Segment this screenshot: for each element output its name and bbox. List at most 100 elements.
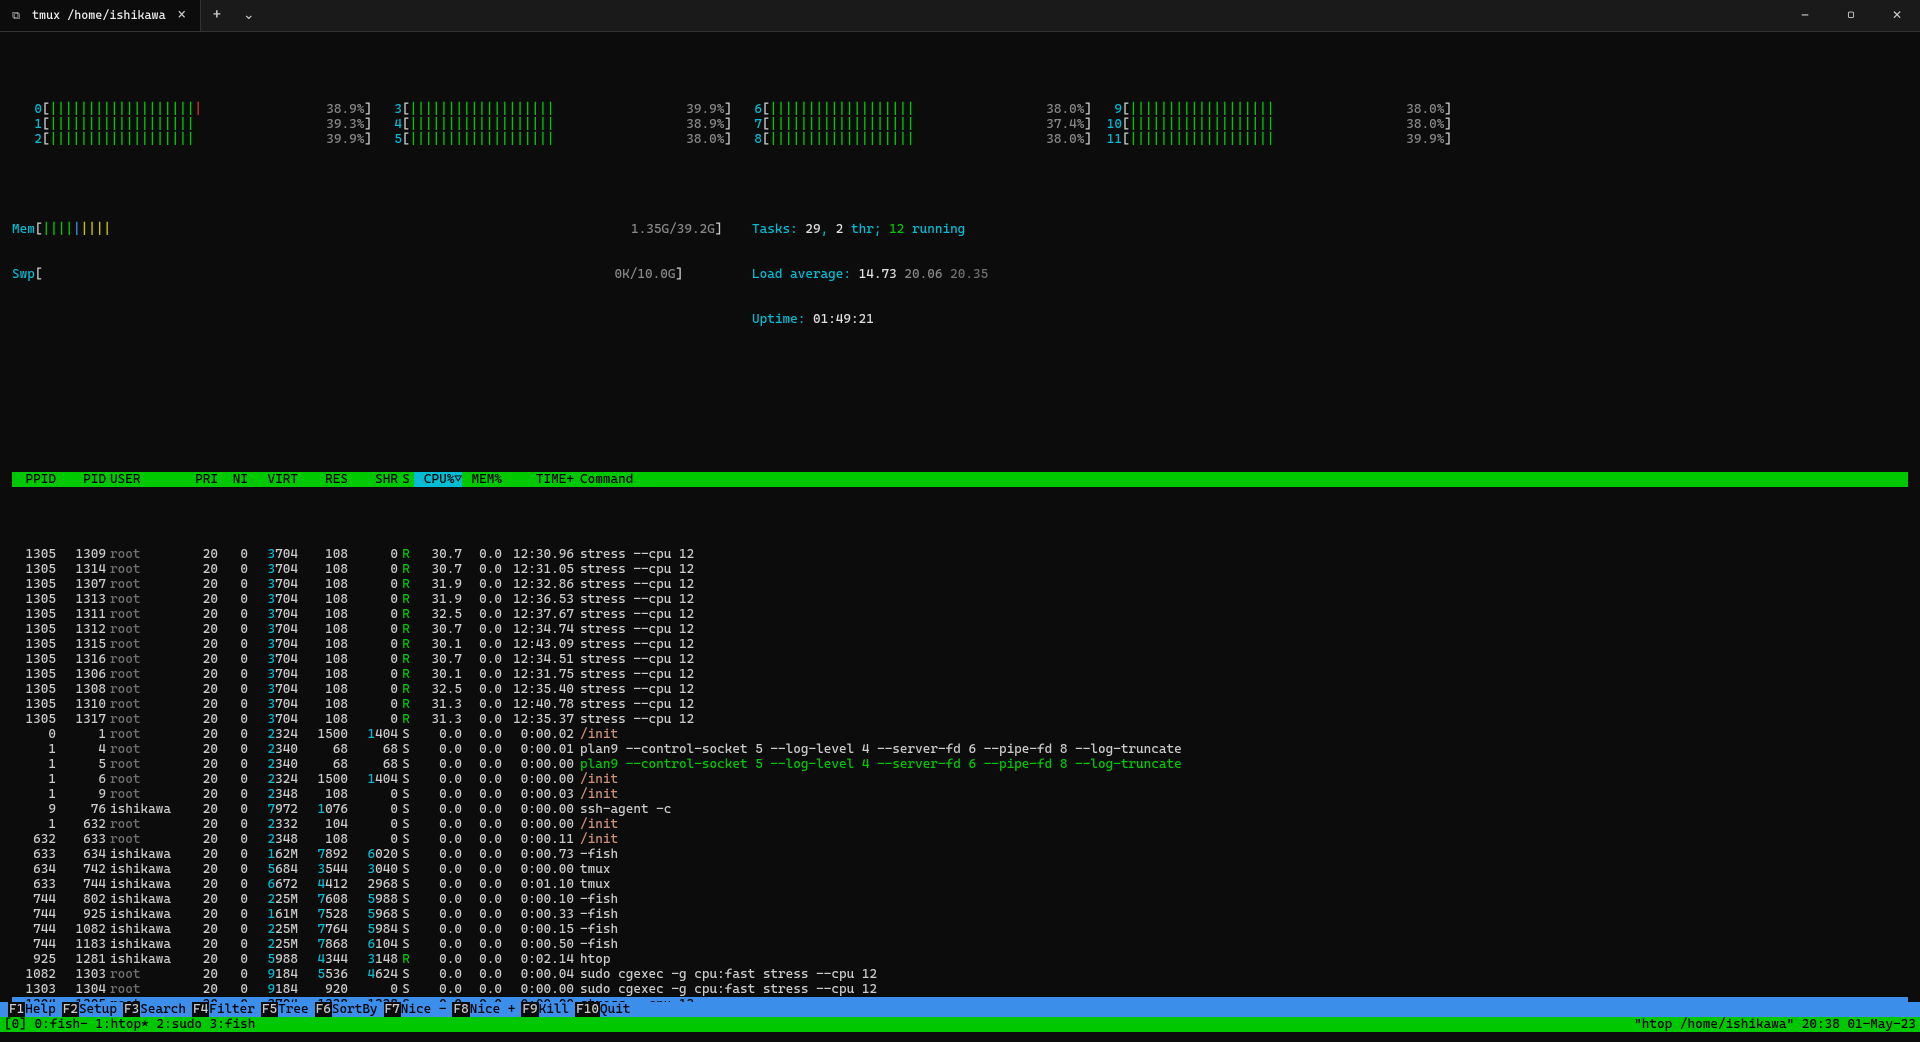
fn-label-sortby[interactable]: SortBy xyxy=(332,1002,384,1017)
cpu-meter-7: 7[|||||||||||||||||||37.4%] xyxy=(732,117,1092,132)
tmux-status-left: [0] 0:fish- 1:htop* 2:sudo 3:fish xyxy=(4,1017,255,1032)
process-row[interactable]: 976ishikawa200797210760S0.00.00:00.00ssh… xyxy=(12,802,1908,817)
process-row[interactable]: 13051307root20037041080R31.90.012:32.86s… xyxy=(12,577,1908,592)
col-virt[interactable]: VIRT xyxy=(248,472,298,487)
col-mem[interactable]: MEM% xyxy=(462,472,502,487)
process-row[interactable]: 13051315root20037041080R30.10.012:43.09s… xyxy=(12,637,1908,652)
cpu-meter-10: 10[|||||||||||||||||||38.0%] xyxy=(1092,117,1452,132)
function-key-bar[interactable]: F1HelpF2SetupF3SearchF4FilterF5TreeF6Sor… xyxy=(0,1002,1920,1017)
fn-key-f5[interactable]: F5 xyxy=(261,1002,278,1017)
mem-value: 1.35G/39.2G xyxy=(631,222,715,237)
fn-label-setup[interactable]: Setup xyxy=(79,1002,123,1017)
process-row[interactable]: 13051317root20037041080R31.30.012:35.37s… xyxy=(12,712,1908,727)
process-row[interactable]: 13051313root20037041080R31.90.012:36.53s… xyxy=(12,592,1908,607)
col-s[interactable]: S xyxy=(398,472,414,487)
process-row[interactable]: 633744ishikawa200667244122968S0.00.00:01… xyxy=(12,877,1908,892)
process-row[interactable]: 13051316root20037041080R30.70.012:34.51s… xyxy=(12,652,1908,667)
window-controls: — ▢ ✕ xyxy=(1782,0,1920,32)
process-row[interactable]: 19root20023481080S0.00.00:00.03/init xyxy=(12,787,1908,802)
process-row[interactable]: 10821303root200918455364624S0.00.00:00.0… xyxy=(12,967,1908,982)
process-row[interactable]: 13051311root20037041080R32.50.012:37.67s… xyxy=(12,607,1908,622)
col-res[interactable]: RES xyxy=(298,472,348,487)
cpu-meters: 0[||||||||||||||||||||38.9%]3[||||||||||… xyxy=(12,102,1908,147)
cpu-meter-8: 8[|||||||||||||||||||38.0%] xyxy=(732,132,1092,147)
cpu-meter-2: 2[|||||||||||||||||||39.9%] xyxy=(12,132,372,147)
process-row[interactable]: 633634ishikawa200162M78926020S0.00.00:00… xyxy=(12,847,1908,862)
col-user[interactable]: USER xyxy=(106,472,178,487)
process-row[interactable]: 13051306root20037041080R30.10.012:31.75s… xyxy=(12,667,1908,682)
fn-key-f10[interactable]: F10 xyxy=(575,1002,600,1017)
cpu-meter-0: 0[||||||||||||||||||||38.9%] xyxy=(12,102,372,117)
terminal-icon: ⧉ xyxy=(8,8,24,24)
process-row[interactable]: 744802ishikawa200225M76085988S0.00.00:00… xyxy=(12,892,1908,907)
fn-label-nice -[interactable]: Nice - xyxy=(401,1002,453,1017)
fn-key-f6[interactable]: F6 xyxy=(315,1002,332,1017)
process-row[interactable]: 15root20023406868S0.00.00:00.00plan9 --c… xyxy=(12,757,1908,772)
process-row[interactable]: 14root20023406868S0.00.00:00.01plan9 --c… xyxy=(12,742,1908,757)
process-row[interactable]: 13031304root20091849200S0.00.00:00.00sud… xyxy=(12,982,1908,997)
col-cpu[interactable]: CPU%▽ xyxy=(414,472,462,487)
col-ppid[interactable]: PPID xyxy=(12,472,56,487)
swp-meter: Swp[0K/10.0G] xyxy=(12,267,732,282)
window-titlebar: ⧉ tmux /home/ishikawa × + ⌄ — ▢ ✕ xyxy=(0,0,1920,32)
process-row[interactable]: 7441082ishikawa200225M77645984S0.00.00:0… xyxy=(12,922,1908,937)
fn-key-f7[interactable]: F7 xyxy=(384,1002,401,1017)
fn-key-f9[interactable]: F9 xyxy=(521,1002,538,1017)
minimize-button[interactable]: — xyxy=(1782,0,1828,32)
process-row[interactable]: 744925ishikawa200161M75285968S0.00.00:00… xyxy=(12,907,1908,922)
col-pri[interactable]: PRI xyxy=(178,472,218,487)
process-row[interactable]: 13051309root20037041080R30.70.012:30.96s… xyxy=(12,547,1908,562)
process-row[interactable]: 16root200232415001404S0.00.00:00.00/init xyxy=(12,772,1908,787)
fn-key-f8[interactable]: F8 xyxy=(452,1002,469,1017)
tmux-status-bar: [0] 0:fish- 1:htop* 2:sudo 3:fish "htop … xyxy=(0,1017,1920,1032)
cpu-meter-5: 5[|||||||||||||||||||38.0%] xyxy=(372,132,732,147)
tab-dropdown-button[interactable]: ⌄ xyxy=(233,0,265,31)
tmux-status-right: "htop /home/ishikawa" 20:38 01-May-23 xyxy=(1634,1017,1916,1032)
close-window-button[interactable]: ✕ xyxy=(1874,0,1920,32)
cpu-meter-11: 11[|||||||||||||||||||39.9%] xyxy=(1092,132,1452,147)
col-ni[interactable]: NI xyxy=(218,472,248,487)
terminal-tab[interactable]: ⧉ tmux /home/ishikawa × xyxy=(0,0,201,31)
process-row[interactable]: 632633root20023481080S0.00.00:00.11/init xyxy=(12,832,1908,847)
col-shr[interactable]: SHR xyxy=(348,472,398,487)
fn-label-quit[interactable]: Quit xyxy=(600,1002,636,1017)
fn-key-f3[interactable]: F3 xyxy=(123,1002,140,1017)
fn-label-help[interactable]: Help xyxy=(25,1002,61,1017)
process-row[interactable]: 9251281ishikawa200598843443148R0.00.00:0… xyxy=(12,952,1908,967)
cpu-meter-1: 1[|||||||||||||||||||39.3%] xyxy=(12,117,372,132)
fn-key-f4[interactable]: F4 xyxy=(192,1002,209,1017)
col-cmd[interactable]: Command xyxy=(574,472,1908,487)
cpu-meter-3: 3[|||||||||||||||||||39.9%] xyxy=(372,102,732,117)
terminal-content[interactable]: 0[||||||||||||||||||||38.9%]3[||||||||||… xyxy=(0,32,1920,1042)
mem-meter: Mem[|||||||||1.35G/39.2G] xyxy=(12,222,732,237)
process-row[interactable]: 13051310root20037041080R31.30.012:40.78s… xyxy=(12,697,1908,712)
process-row[interactable]: 13051312root20037041080R30.70.012:34.74s… xyxy=(12,622,1908,637)
cpu-meter-4: 4[|||||||||||||||||||38.9%] xyxy=(372,117,732,132)
cpu-meter-6: 6[|||||||||||||||||||38.0%] xyxy=(732,102,1092,117)
process-row[interactable]: 01root200232415001404S0.00.00:00.02/init xyxy=(12,727,1908,742)
tasks-line: Tasks: 29, 2 thr; 12 running xyxy=(752,222,1908,237)
load-line: Load average: 14.73 20.06 20.35 xyxy=(752,267,1908,282)
col-pid[interactable]: PID xyxy=(56,472,106,487)
process-row[interactable]: 13051314root20037041080R30.70.012:31.05s… xyxy=(12,562,1908,577)
close-tab-icon[interactable]: × xyxy=(174,8,190,23)
uptime-line: Uptime: 01:49:21 xyxy=(752,312,1908,327)
maximize-button[interactable]: ▢ xyxy=(1828,0,1874,32)
process-row[interactable]: 13051308root20037041080R32.50.012:35.40s… xyxy=(12,682,1908,697)
fn-label-search[interactable]: Search xyxy=(140,1002,192,1017)
process-table[interactable]: 13051309root20037041080R30.70.012:30.96s… xyxy=(12,547,1908,1012)
swp-value: 0K/10.0G xyxy=(614,267,675,282)
fn-label-tree[interactable]: Tree xyxy=(278,1002,314,1017)
process-row[interactable]: 634742ishikawa200568435443040S0.00.00:00… xyxy=(12,862,1908,877)
col-time[interactable]: TIME+ xyxy=(502,472,574,487)
fn-key-f1[interactable]: F1 xyxy=(8,1002,25,1017)
process-row[interactable]: 1632root20023321040S0.00.00:00.00/init xyxy=(12,817,1908,832)
new-tab-button[interactable]: + xyxy=(201,0,233,31)
process-table-header[interactable]: PPID PID USER PRI NI VIRT RES SHR S CPU%… xyxy=(12,472,1908,487)
fn-label-filter[interactable]: Filter xyxy=(209,1002,261,1017)
process-row[interactable]: 7441183ishikawa200225M78686104S0.00.00:0… xyxy=(12,937,1908,952)
fn-label-nice +[interactable]: Nice + xyxy=(470,1002,522,1017)
fn-label-kill[interactable]: Kill xyxy=(539,1002,575,1017)
fn-key-f2[interactable]: F2 xyxy=(62,1002,79,1017)
tab-title: tmux /home/ishikawa xyxy=(32,8,166,23)
